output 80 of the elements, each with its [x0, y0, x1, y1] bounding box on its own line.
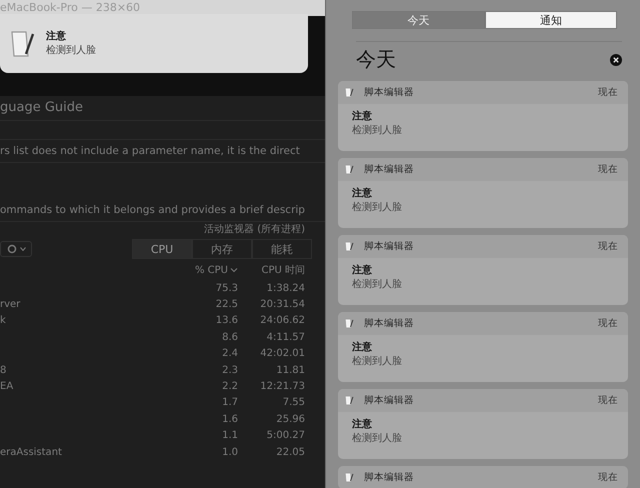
script-pen-icon	[344, 472, 354, 483]
notification-message: 检测到人脸	[352, 124, 403, 138]
close-icon[interactable]	[610, 54, 622, 66]
table-cell: 1.6	[222, 414, 238, 425]
notification-card[interactable]: 脚本编辑器 现在	[338, 466, 628, 488]
notification-card[interactable]: 脚本编辑器 现在 注意 检测到人脸	[338, 312, 628, 382]
column-header[interactable]: CPU 时间	[238, 263, 305, 277]
table-cell: 22.05	[276, 446, 305, 458]
notification-message: 检测到人脸	[46, 44, 96, 58]
process-name: rver	[0, 299, 20, 310]
document-heading: guage Guide	[0, 96, 325, 121]
table-cell: 7.55	[282, 397, 305, 408]
app-name: 脚本编辑器	[364, 317, 415, 330]
notification-banner[interactable]: 注意 检测到人脸	[0, 14, 308, 73]
table-cell: 2.4	[222, 348, 238, 360]
app-name: 脚本编辑器	[364, 471, 415, 484]
timestamp: 现在	[598, 471, 618, 484]
table-cell: 22.5	[216, 299, 238, 310]
script-pen-icon	[344, 87, 354, 98]
tab[interactable]: 通知	[484, 11, 617, 29]
notification-card[interactable]: 脚本编辑器 现在 注意 检测到人脸	[338, 389, 628, 459]
table-cell: 12:21.73	[260, 381, 305, 392]
script-pen-icon	[344, 164, 354, 175]
script-pen-icon	[344, 395, 354, 406]
table-cell: 1.7	[222, 397, 238, 408]
notification-card[interactable]: 脚本编辑器 现在 注意 检测到人脸	[338, 158, 628, 228]
notification-title: 注意	[352, 341, 373, 355]
process-name: EA	[0, 381, 14, 392]
process-name: k	[0, 315, 6, 326]
table-cell: 1.1	[222, 430, 238, 442]
table-cell: 8.6	[222, 332, 238, 343]
process-name: 8	[0, 364, 6, 376]
table-cell: 11.81	[276, 364, 305, 376]
app-name: 脚本编辑器	[364, 163, 415, 176]
table-cell: 1:38.24	[266, 282, 305, 294]
table-cell: 24:06.62	[260, 315, 305, 326]
window-title: 活动监视器 (所有进程)	[203, 222, 306, 237]
table-cell: 1.0	[222, 446, 238, 458]
tab[interactable]: 能耗	[252, 239, 312, 259]
timestamp: 现在	[598, 394, 618, 407]
tab[interactable]: CPU	[132, 239, 192, 259]
document-text: rs list does not include a parameter name, it is the direct	[0, 140, 325, 163]
table-cell: 13.6	[216, 315, 238, 326]
document-text: ommands to which it belongs and provides a brief descrip	[0, 199, 325, 222]
notification-title: 注意	[352, 110, 373, 124]
chevron-down-icon	[20, 247, 26, 251]
script-pen-icon	[344, 241, 354, 252]
app-name: 脚本编辑器	[364, 394, 415, 407]
script-pen-icon	[344, 318, 354, 329]
table-cell: 2.3	[222, 364, 238, 376]
notification-title: 注意	[352, 264, 373, 278]
notification-card[interactable]: 脚本编辑器 现在 注意 检测到人脸	[338, 235, 628, 305]
timestamp: 现在	[598, 86, 618, 99]
table-cell: 42:02.01	[260, 348, 305, 360]
table-cell: 4:11.57	[266, 332, 305, 343]
notification-card[interactable]: 脚本编辑器 现在 注意 检测到人脸	[338, 81, 628, 151]
notification-title: 注意	[46, 30, 67, 44]
timestamp: 现在	[598, 317, 618, 330]
notification-title: 注意	[352, 187, 373, 201]
table-cell: 75.3	[216, 282, 238, 294]
gear-icon	[6, 244, 16, 254]
table-cell: 2.2	[222, 381, 238, 392]
notification-title: 注意	[352, 418, 373, 432]
notification-message: 检测到人脸	[352, 355, 403, 369]
notification-message: 检测到人脸	[352, 432, 403, 446]
notification-message: 检测到人脸	[352, 278, 403, 292]
tab[interactable]: 今天	[352, 11, 484, 29]
app-name: 脚本编辑器	[364, 86, 415, 99]
timestamp: 现在	[598, 163, 618, 176]
section-heading: 今天	[356, 46, 396, 73]
app-name: 脚本编辑器	[364, 240, 415, 253]
table-cell: 5:00.27	[266, 430, 305, 442]
notification-message: 检测到人脸	[352, 201, 403, 215]
column-header[interactable]: % CPU	[185, 264, 238, 276]
table-cell: 25.96	[276, 414, 305, 425]
tab[interactable]: 内存	[192, 239, 252, 259]
gear-dropdown[interactable]	[0, 241, 32, 257]
timestamp: 现在	[598, 240, 618, 253]
table-cell: 20:31.54	[260, 299, 305, 310]
process-name: eraAssistant	[0, 446, 62, 458]
